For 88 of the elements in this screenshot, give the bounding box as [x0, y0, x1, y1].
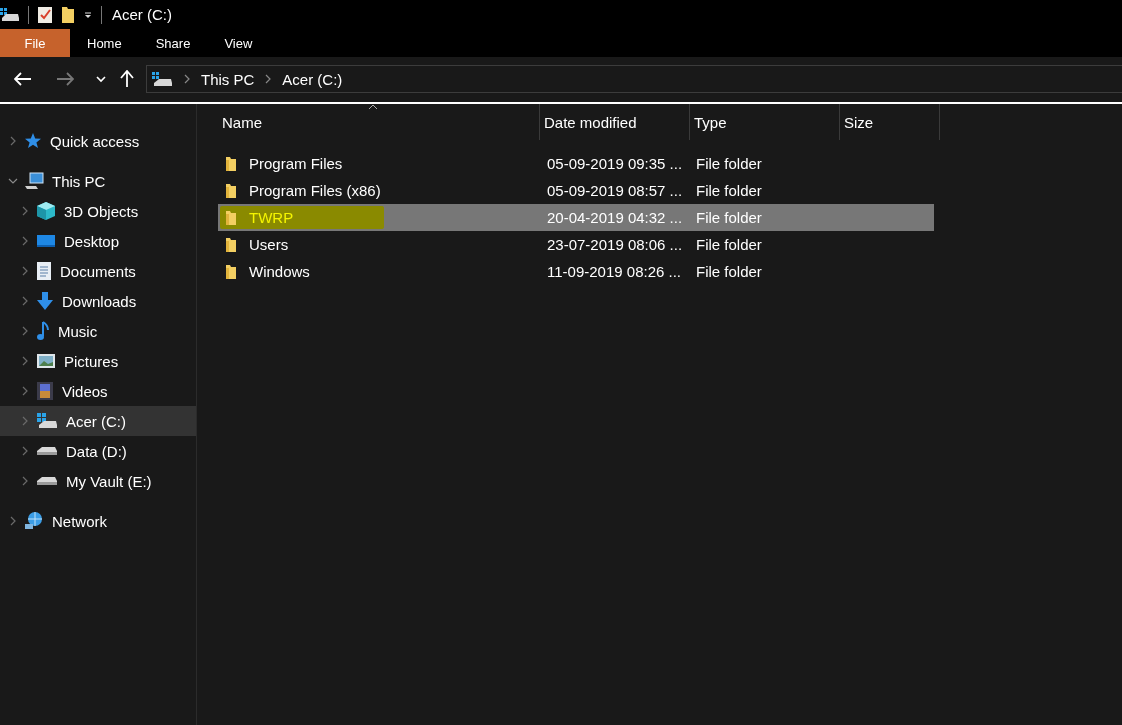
column-header[interactable]: Name [218, 104, 540, 140]
date-modified-cell: 05-09-2019 08:57 ... [547, 182, 683, 199]
chevron-down-icon[interactable] [8, 176, 18, 186]
column-header[interactable]: Date modified [540, 104, 690, 140]
chevron-right-icon[interactable] [8, 136, 18, 146]
sidebar-item[interactable]: My Vault (E:) [0, 466, 196, 496]
breadcrumb[interactable]: This PC [201, 70, 255, 88]
type-cell: File folder [696, 236, 762, 253]
star-icon [24, 132, 42, 150]
system-drive-icon [36, 412, 58, 430]
download-arrow-icon [36, 291, 54, 311]
sort-caret-icon [368, 104, 378, 110]
sidebar-item[interactable]: 3D Objects [0, 196, 196, 226]
breadcrumb[interactable]: Acer (C:) [282, 70, 343, 88]
sidebar-item[interactable]: Downloads [0, 286, 196, 316]
folder-icon [224, 155, 238, 172]
chevron-right-icon[interactable] [20, 266, 30, 276]
address-bar[interactable]: This PC Acer (C:) [146, 65, 1122, 93]
date-modified-cell: 20-04-2019 04:32 ... [547, 209, 683, 226]
computer-icon [24, 172, 44, 190]
drive-icon [36, 475, 58, 487]
date-modified-cell: 11-09-2019 08:26 ... [547, 263, 681, 280]
chevron-right-icon[interactable] [20, 416, 30, 426]
checklist-icon[interactable] [37, 5, 53, 24]
film-strip-icon [36, 381, 54, 401]
ribbon-tab[interactable]: Home [70, 29, 139, 57]
sidebar-item[interactable]: Documents [0, 256, 196, 286]
chevron-right-icon[interactable] [20, 206, 30, 216]
sidebar-item[interactable]: This PC [0, 166, 196, 196]
sidebar-item[interactable]: Network [0, 506, 196, 536]
up-arrow-icon [120, 70, 134, 88]
chevron-right-icon[interactable] [8, 516, 18, 526]
file-name: Users [249, 236, 289, 253]
file-tab[interactable]: File [0, 29, 70, 57]
chevron-right-icon[interactable] [183, 74, 191, 84]
folder-icon [224, 182, 238, 199]
chevron-right-icon[interactable] [20, 476, 30, 486]
forward-arrow-icon [56, 72, 74, 86]
date-modified-cell: 23-07-2019 08:06 ... [547, 236, 683, 253]
chevron-right-icon[interactable] [20, 296, 30, 306]
folder-icon[interactable] [61, 5, 75, 24]
dropdown-caret-icon[interactable] [83, 9, 93, 20]
file-row[interactable]: TWRP 20-04-2019 04:32 ... File folder [218, 204, 934, 231]
sidebar-item[interactable]: Data (D:) [0, 436, 196, 466]
folder-icon [224, 209, 238, 226]
type-cell: File folder [696, 263, 762, 280]
type-cell: File folder [696, 182, 762, 199]
sidebar-item[interactable]: Music [0, 316, 196, 346]
folder-icon [224, 263, 238, 280]
window-title: Acer (C:) [112, 6, 172, 23]
music-note-icon [36, 321, 50, 341]
system-drive-icon[interactable] [0, 7, 20, 22]
back-arrow-icon [14, 72, 32, 86]
system-drive-icon [151, 71, 173, 87]
sidebar-item[interactable]: Acer (C:) [0, 406, 196, 436]
file-name: Program Files (x86) [249, 182, 381, 199]
type-cell: File folder [696, 155, 762, 172]
column-header[interactable]: Type [690, 104, 840, 140]
file-name: Windows [249, 263, 310, 280]
file-row[interactable]: Users 23-07-2019 08:06 ... File folder [218, 231, 934, 258]
file-name: TWRP [249, 209, 294, 226]
sidebar-item[interactable]: Pictures [0, 346, 196, 376]
folder-icon [224, 236, 238, 253]
sidebar-item[interactable]: Quick access [0, 126, 196, 156]
picture-icon [36, 353, 56, 369]
chevron-right-icon[interactable] [20, 446, 30, 456]
sidebar-item[interactable]: Videos [0, 376, 196, 406]
network-globe-icon [24, 511, 44, 531]
file-row[interactable]: Program Files 05-09-2019 09:35 ... File folder [218, 150, 934, 177]
chevron-right-icon[interactable] [20, 326, 30, 336]
desktop-icon [36, 233, 56, 249]
chevron-right-icon[interactable] [20, 356, 30, 366]
sidebar-item[interactable]: Desktop [0, 226, 196, 256]
document-icon [36, 261, 52, 281]
drive-icon [36, 445, 58, 457]
cube-icon [36, 201, 56, 221]
date-modified-cell: 05-09-2019 09:35 ... [547, 155, 683, 172]
file-row[interactable]: Program Files (x86) 05-09-2019 08:57 ... File folder [218, 177, 934, 204]
file-row[interactable]: Windows 11-09-2019 08:26 ... File folder [218, 258, 934, 285]
file-name: Program Files [249, 155, 343, 172]
chevron-right-icon[interactable] [264, 74, 273, 84]
chevron-down-icon [96, 75, 106, 83]
type-cell: File folder [696, 209, 762, 226]
ribbon-tab[interactable]: Share [138, 29, 208, 57]
chevron-right-icon[interactable] [20, 386, 30, 396]
chevron-right-icon[interactable] [20, 236, 30, 246]
ribbon-tab[interactable]: View [207, 29, 270, 57]
column-header[interactable]: Size [840, 104, 940, 140]
